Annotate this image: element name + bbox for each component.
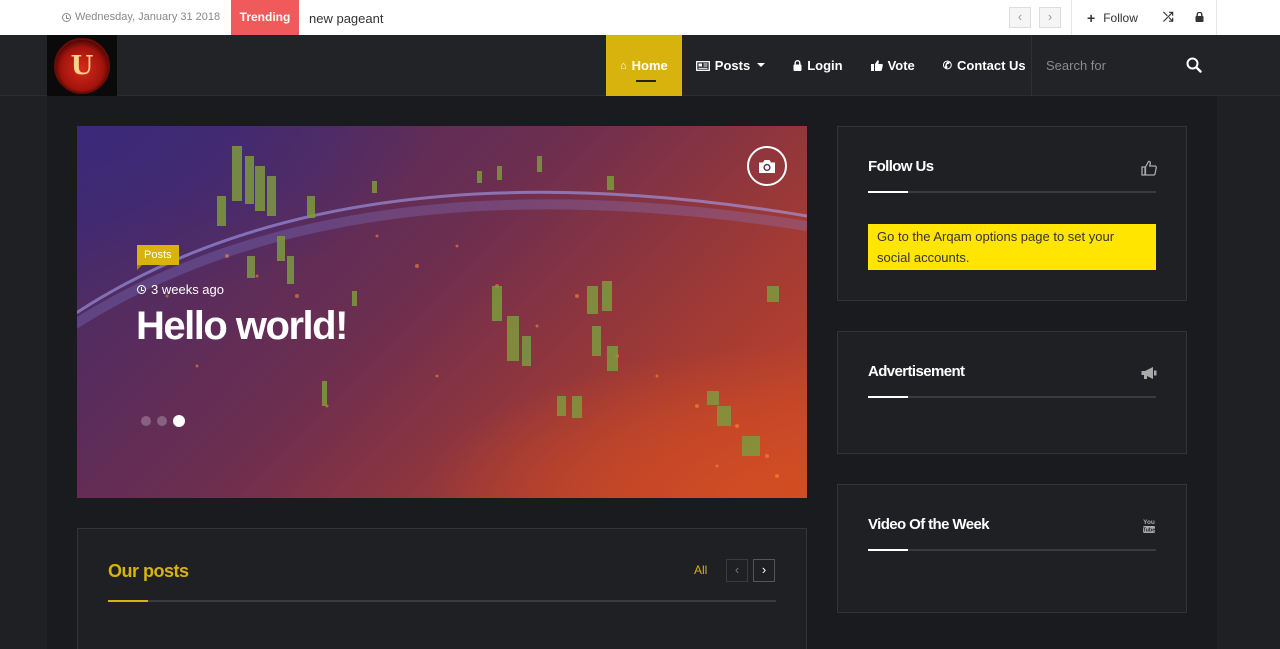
clock-icon xyxy=(62,12,71,22)
social-notice: Go to the Arqam options page to set your… xyxy=(868,224,1156,270)
nav-login[interactable]: Login xyxy=(779,35,856,96)
nav-label: Login xyxy=(807,58,843,73)
trending-next-button[interactable]: › xyxy=(1039,7,1061,28)
post-date: 3 weeks ago xyxy=(137,282,224,297)
all-posts-link[interactable]: All xyxy=(694,563,707,577)
nav-posts[interactable]: Posts xyxy=(682,35,779,96)
bullhorn-icon xyxy=(1141,367,1157,379)
slide-dot-3[interactable] xyxy=(173,415,185,427)
nav-label: Posts xyxy=(714,58,751,73)
widget-divider xyxy=(868,396,1156,398)
chevron-left-icon: ‹ xyxy=(1017,9,1023,24)
widget-title: Video Of the Week xyxy=(868,516,990,533)
search-form xyxy=(1031,35,1217,96)
divider xyxy=(1071,0,1072,35)
nav-contact[interactable]: ✆ Contact Us xyxy=(929,35,1040,96)
posts-prev-button[interactable]: ‹ xyxy=(726,559,748,582)
trending-prev-button[interactable]: ‹ xyxy=(1009,7,1031,28)
follow-label: Follow xyxy=(1103,11,1138,25)
category-badge[interactable]: Posts xyxy=(137,245,179,270)
phone-icon: ✆ xyxy=(942,60,953,72)
svg-text:You: You xyxy=(1143,519,1155,526)
main-header: U ⌂ Home Posts Login Vote ✆ Contact Us xyxy=(0,35,1280,96)
nav-label: Home xyxy=(631,58,668,73)
plus-icon: + xyxy=(1087,10,1096,26)
widget-divider xyxy=(868,549,1156,551)
follow-us-widget: Follow Us Go to the Arqam options page t… xyxy=(837,126,1187,301)
slide-title[interactable]: Hello world! xyxy=(136,304,348,349)
widget-title: Advertisement xyxy=(868,363,965,380)
trending-badge: Trending xyxy=(231,0,299,41)
block-title: Our posts xyxy=(108,561,189,581)
nav-home[interactable]: ⌂ Home xyxy=(606,35,682,96)
featured-slider[interactable]: Posts 3 weeks ago Hello world! xyxy=(77,126,807,498)
main-nav: ⌂ Home Posts Login Vote ✆ Contact Us xyxy=(606,35,1040,96)
slide-dot-1[interactable] xyxy=(141,416,151,426)
top-date: Wednesday, January 31 2018 xyxy=(62,11,220,23)
posts-next-button[interactable]: › xyxy=(753,559,775,582)
random-icon[interactable]: ⤮ xyxy=(1163,9,1173,25)
nav-label: Contact Us xyxy=(957,58,1026,73)
chevron-right-icon: › xyxy=(761,562,767,577)
lock-icon xyxy=(793,60,802,71)
slider-pagination xyxy=(141,415,185,427)
time-ago: 3 weeks ago xyxy=(151,282,224,297)
youtube-icon: You Tube xyxy=(1143,519,1156,534)
search-icon[interactable] xyxy=(1186,57,1202,73)
camera-icon xyxy=(759,159,775,173)
video-widget: Video Of the Week You Tube xyxy=(837,484,1187,613)
home-icon: ⌂ xyxy=(620,59,627,72)
trending-headline[interactable]: new pageant xyxy=(309,11,383,26)
follow-button[interactable]: + Follow xyxy=(1087,10,1138,26)
advertisement-widget: Advertisement xyxy=(837,331,1187,454)
newspaper-icon xyxy=(695,60,710,71)
top-bar: Wednesday, January 31 2018 Trending new … xyxy=(0,0,1280,41)
logo-emblem: U xyxy=(54,37,110,94)
lock-icon[interactable] xyxy=(1195,12,1204,22)
widget-divider xyxy=(868,191,1156,193)
thumbs-up-icon xyxy=(870,60,883,71)
divider xyxy=(1216,0,1217,35)
date-text: Wednesday, January 31 2018 xyxy=(75,11,221,23)
nav-vote[interactable]: Vote xyxy=(857,35,929,96)
chevron-left-icon: ‹ xyxy=(734,562,740,577)
chevron-right-icon: › xyxy=(1047,9,1053,24)
nav-label: Vote xyxy=(887,58,915,73)
posts-block: Our posts All ‹ › xyxy=(77,528,807,649)
search-input[interactable] xyxy=(1032,35,1182,96)
block-divider xyxy=(108,600,776,602)
slide-dot-2[interactable] xyxy=(157,416,167,426)
camera-button[interactable] xyxy=(747,146,787,186)
svg-text:Tube: Tube xyxy=(1143,528,1156,534)
thumbs-up-icon xyxy=(1141,160,1157,176)
clock-icon xyxy=(137,285,146,294)
chevron-down-icon xyxy=(757,62,766,67)
widget-title: Follow Us xyxy=(868,158,934,175)
site-logo[interactable]: U xyxy=(47,35,117,96)
